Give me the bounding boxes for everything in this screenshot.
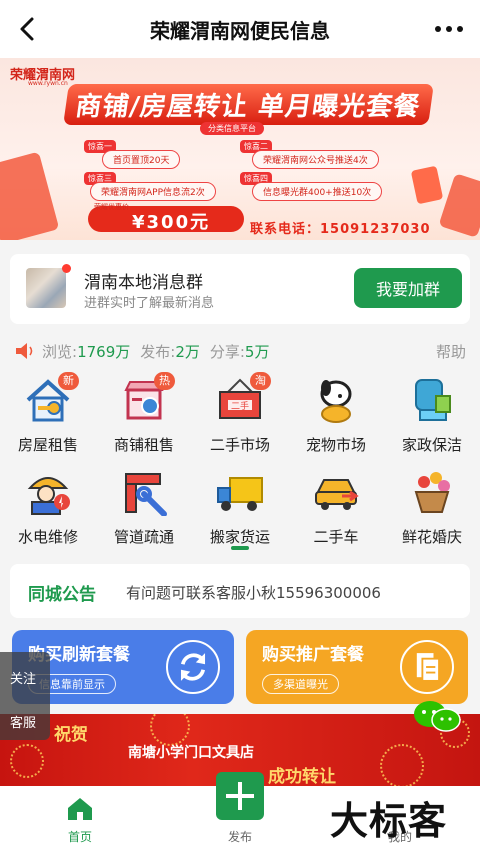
category-plumbing-electric[interactable]: 水电维修 [0,464,96,550]
transfer-done-text: 成功转让 [268,767,336,787]
red-envelope-decoration [410,165,444,205]
banner-subtitle: 分类信息平台 [200,122,264,135]
price-label: 荣耀优惠价 [94,203,129,211]
posts-count: 2万 [175,342,200,361]
banner-item: 信息曝光群400+推送10次 [252,182,383,201]
category-label: 搬家货运 [209,528,270,546]
speaker-icon [16,343,33,359]
category-used-car[interactable]: 二手车 [288,464,384,550]
firework-decoration [380,744,424,788]
tab-home[interactable]: 首页 [30,786,130,853]
page-title: 荣耀渭南网便民信息 [150,18,330,43]
group-title: 渭南本地消息群 [84,273,203,293]
pipe-wrench-icon [125,473,167,516]
group-card: 渭南本地消息群 进群实时了解最新消息 我要加群 [10,254,470,324]
category-label: 房屋租售 [17,436,78,454]
pet-dog-icon [320,380,352,423]
document-icon [400,640,454,694]
city-notice[interactable]: 同城公告 有问题可联系客服小秋15596300006 [10,564,470,618]
banner-phone: 联系电话：15091237030 [250,222,431,237]
shop-name: 南塘小学门口文具店 [128,745,254,761]
category-shop-rental[interactable]: 热 商铺租售 [96,372,192,458]
refresh-icon [166,640,220,694]
banner-item: 荣耀渭南网APP信息流2次 [90,182,216,201]
category-pet-market[interactable]: 宠物市场 [288,372,384,458]
price-value: ¥300元 [132,212,211,233]
follow-button[interactable]: 关注 [10,668,36,687]
tab-label: 发布 [227,830,252,844]
more-menu-icon[interactable] [432,14,466,44]
flower-basket-icon [414,472,450,513]
promo-banner[interactable]: 荣耀渭南网 www.rywn.cn 商铺/房屋转让 单月曝光套餐 分类信息平台 … [0,58,480,240]
promo-subtitle: 多渠道曝光 [262,674,339,694]
side-float-panel: 关注 客服 [0,652,50,740]
posts-label: 发布: [140,342,176,361]
category-label: 家政保洁 [401,436,462,454]
views-count: 1769万 [77,342,131,361]
top-bar: 荣耀渭南网便民信息 [0,0,480,58]
category-secondhand-market[interactable]: 二手 淘 二手市场 [192,372,288,458]
category-label: 宠物市场 [305,436,366,454]
views-label: 浏览: [42,342,78,361]
red-envelope-decoration [438,173,480,238]
customer-service-button[interactable]: 客服 [10,712,36,731]
car-icon [315,479,359,510]
promo-title: 购买推广套餐 [262,645,364,665]
category-label: 二手市场 [209,436,270,454]
watermark: 大标客 [330,799,448,843]
category-label: 管道疏通 [113,528,174,546]
grid-page-indicator [231,546,249,550]
glove-cleaning-icon [415,379,451,421]
banner-logo-url: www.rywn.cn [28,80,68,87]
buy-promotion-package-card[interactable]: 购买推广套餐 多渠道曝光 [246,630,468,704]
category-badge: 热 [154,372,175,390]
unread-dot [62,264,71,273]
svg-text:二手: 二手 [231,400,249,412]
firework-decoration [10,744,44,778]
red-envelope-decoration [0,151,60,240]
group-avatar [26,268,66,308]
category-label: 商铺租售 [113,436,174,454]
banner-item: 荣耀渭南网公众号推送4次 [252,150,379,169]
category-house-rental[interactable]: 新 房屋租售 [0,372,96,458]
congrats-text: 祝贺 [54,725,88,745]
banner-item: 首页置顶20天 [102,150,181,169]
back-arrow-icon[interactable] [14,14,44,44]
page: 荣耀渭南网便民信息 荣耀渭南网 www.rywn.cn 商铺/房屋转让 单月曝光… [0,0,480,853]
category-flowers-wedding[interactable]: 鲜花婚庆 [384,464,480,550]
shares-count: 5万 [244,342,270,361]
truck-icon [217,477,263,511]
join-group-button[interactable]: 我要加群 [354,268,462,308]
shares-label: 分享: [209,342,245,361]
category-badge: 淘 [250,372,271,390]
notice-text: 有问题可联系客服小秋15596300006 [126,584,381,602]
category-moving-freight[interactable]: 搬家货运 [192,464,288,550]
home-icon [68,798,92,820]
help-link[interactable]: 帮助 [436,341,466,362]
worker-electric-icon [27,477,70,515]
notice-title: 同城公告 [28,585,96,605]
category-housekeeping[interactable]: 家政保洁 [384,372,480,458]
category-badge: 新 [58,372,79,390]
category-grid: 新 房屋租售 热 商铺租售 二手 淘 二手市场 宠物市场 家政保洁 水电维修 管… [0,372,480,552]
category-label: 二手车 [313,528,359,546]
category-pipe-cleaning[interactable]: 管道疏通 [96,464,192,550]
category-label: 水电维修 [17,528,78,546]
category-label: 鲜花婚庆 [401,528,462,546]
stats-bar: 浏览: 1769万 发布: 2万 分享: 5万 帮助 [14,340,466,362]
group-subtitle: 进群实时了解最新消息 [84,296,215,311]
banner-headline: 商铺/房屋转让 单月曝光套餐 [63,84,434,125]
publish-plus-button[interactable] [216,772,264,820]
wechat-icon[interactable] [412,698,462,734]
tab-label: 首页 [67,830,92,844]
